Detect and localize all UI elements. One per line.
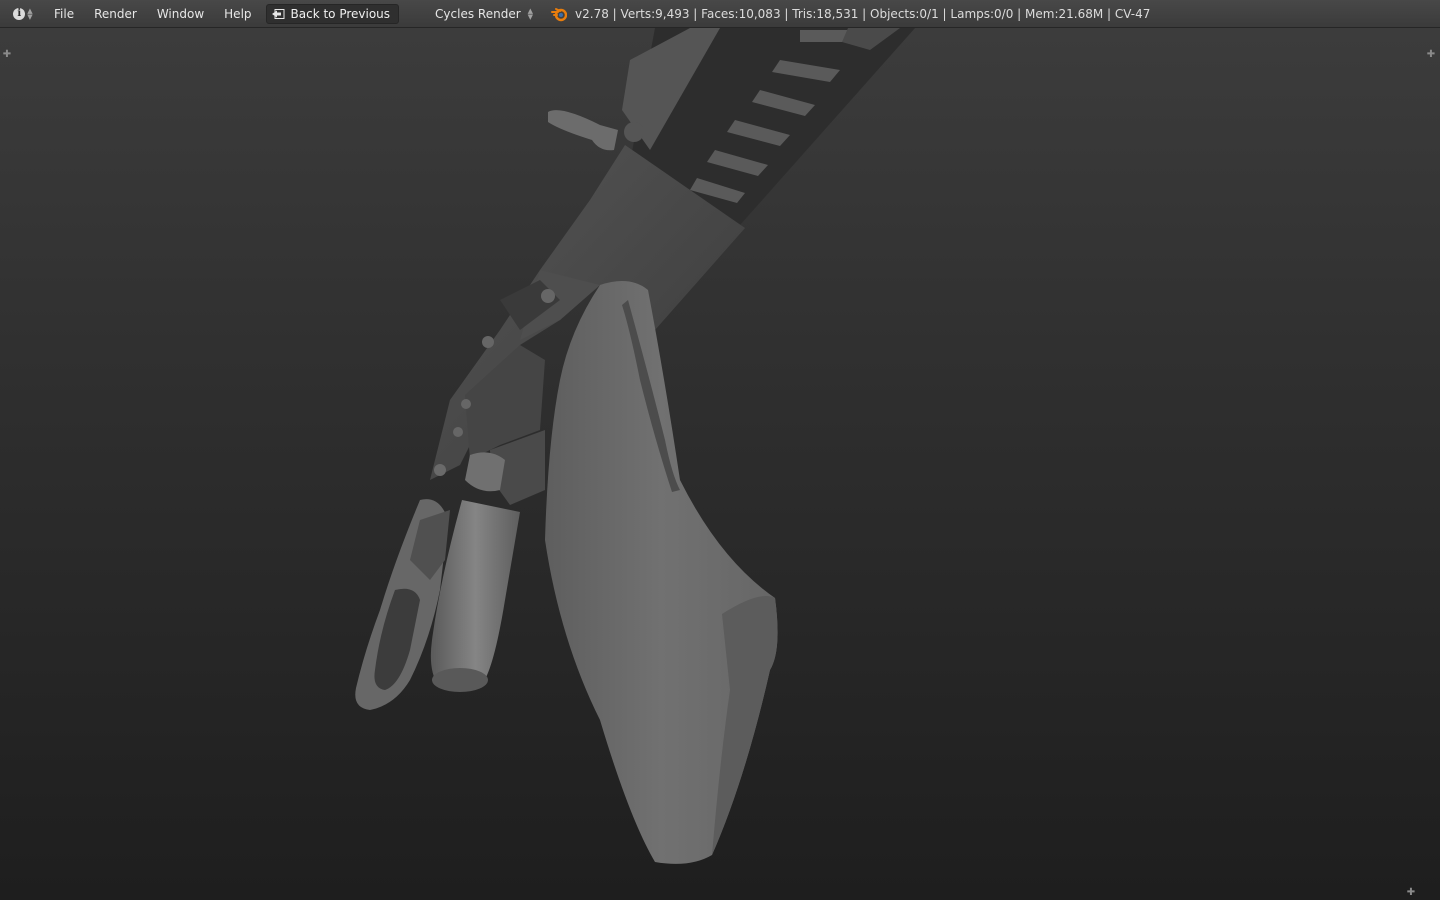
render-engine-label: Cycles Render [435, 6, 521, 21]
curved-magazine [545, 281, 778, 864]
updown-arrows-icon: ▲ ▼ [527, 6, 534, 21]
menu-window[interactable]: Window [147, 0, 214, 28]
back-to-previous-button[interactable]: Back to Previous [265, 3, 400, 24]
blender-logo-icon [551, 7, 568, 21]
rifle-3d-model[interactable] [0, 28, 1440, 900]
menu-help[interactable]: Help [214, 0, 261, 28]
menu-file[interactable]: File [44, 0, 84, 28]
charging-handle [548, 110, 618, 151]
info-header: i ▲ ▼ File Render Window Help Back to Pre… [0, 0, 1440, 28]
info-icon: i [13, 7, 26, 20]
3d-viewport[interactable]: ✚ ✚ ✚ [0, 28, 1440, 900]
editor-type-selector[interactable]: i ▲ ▼ [10, 4, 36, 24]
back-to-previous-label: Back to Previous [290, 6, 391, 21]
menu-render[interactable]: Render [84, 0, 147, 28]
render-engine-selector[interactable]: Cycles Render ▲ ▼ [427, 4, 537, 24]
receiver-pin [624, 122, 644, 142]
updown-arrows-icon: ▲ ▼ [27, 6, 33, 21]
back-arrow-icon [271, 8, 285, 19]
scene-statistics: v2.78 | Verts:9,493 | Faces:10,083 | Tri… [575, 6, 1151, 21]
